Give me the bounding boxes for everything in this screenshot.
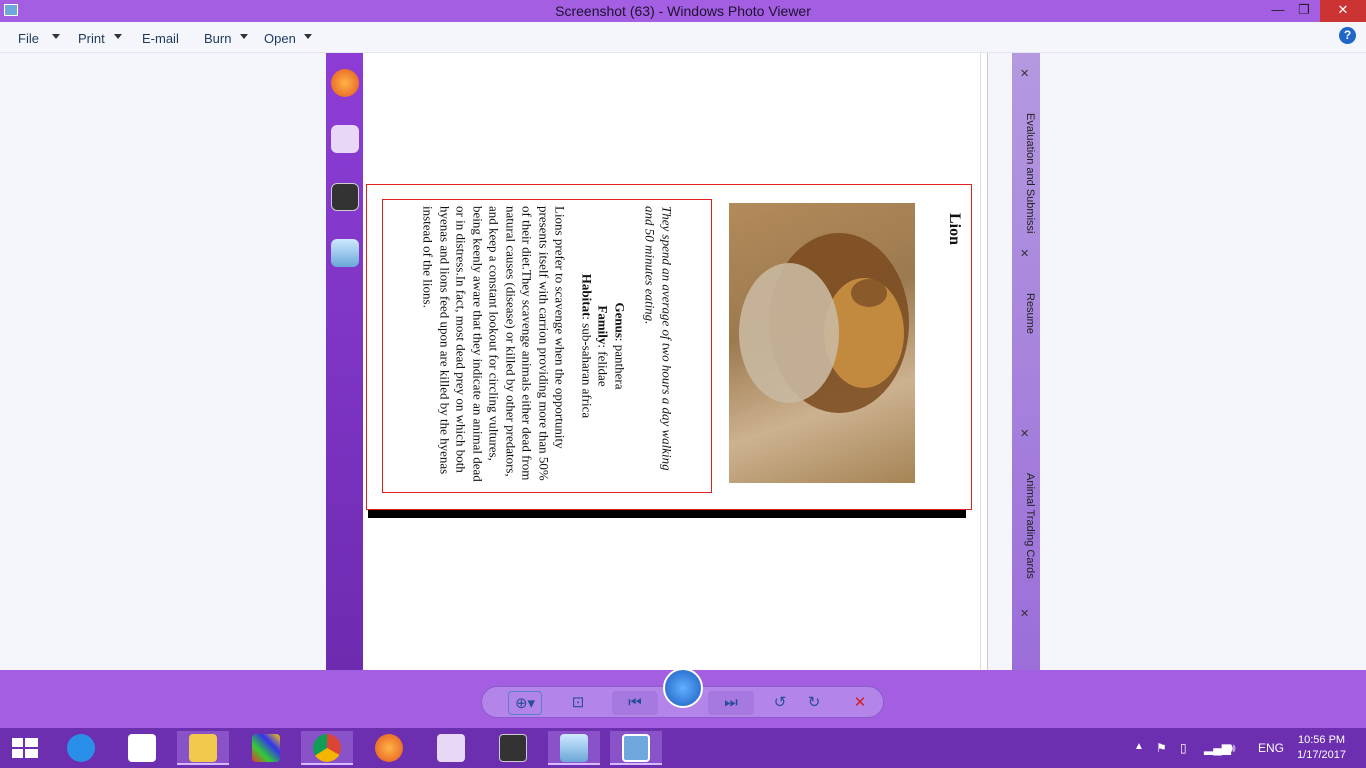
- slideshow-button[interactable]: [663, 668, 703, 708]
- menu-bar: File Print E-mail Burn Open ?: [0, 22, 1366, 53]
- clock-date: 1/17/2017: [1297, 749, 1346, 761]
- snipping-tool-icon: [437, 734, 465, 762]
- menu-file[interactable]: File: [18, 31, 39, 46]
- chevron-down-icon[interactable]: [240, 34, 248, 39]
- taskbar-chrome[interactable]: [301, 731, 353, 765]
- close-tab-icon: ✕: [1020, 68, 1030, 80]
- taskbar-dropbox[interactable]: [116, 731, 168, 765]
- firefox-icon: [375, 734, 403, 762]
- next-icon[interactable]: ⏭: [708, 691, 754, 715]
- paint-icon: [560, 734, 588, 762]
- close-tab-icon: ✕: [1020, 248, 1030, 260]
- menu-burn[interactable]: Burn: [204, 31, 231, 46]
- close-tab-icon: ✕: [1020, 608, 1030, 620]
- card-taxonomy: Genus: panthera Family: felidae Habitat:…: [578, 206, 628, 486]
- help-icon[interactable]: ?: [1339, 27, 1356, 44]
- image-view: They spend an average of two hours a day…: [0, 53, 1366, 670]
- taskbar-paint[interactable]: [548, 731, 600, 765]
- sublime-icon: [499, 734, 527, 762]
- dropbox-icon: [128, 734, 156, 762]
- minimize-button[interactable]: —: [1264, 0, 1292, 22]
- tab-resume: Resume: [1024, 293, 1036, 334]
- card-description: Lions prefer to scavenge when the opport…: [421, 206, 568, 482]
- menu-open[interactable]: Open: [264, 31, 296, 46]
- clock-time: 10:56 PM: [1297, 734, 1346, 746]
- folder-icon: [189, 734, 217, 762]
- taskbar-strip-in-image: [326, 53, 363, 670]
- lion-photo: [729, 203, 915, 483]
- taskbar-app[interactable]: [240, 731, 292, 765]
- language-indicator[interactable]: ENG: [1258, 741, 1284, 755]
- side-panel-in-image: ✕ Evaluation and Submissi ✕ Resume ✕ Ani…: [980, 53, 1040, 670]
- close-button[interactable]: ✕: [1320, 0, 1366, 22]
- battery-icon[interactable]: ▯: [1180, 741, 1187, 755]
- action-center-icon[interactable]: ⚑: [1156, 741, 1167, 755]
- card-fact: They spend an average of two hours a day…: [643, 206, 675, 471]
- show-hidden-icons[interactable]: ▲: [1134, 741, 1144, 752]
- delete-icon[interactable]: ✕: [846, 691, 874, 715]
- chevron-down-icon[interactable]: [52, 34, 60, 39]
- trading-card: They spend an average of two hours a day…: [366, 184, 972, 510]
- menu-print[interactable]: Print: [78, 31, 105, 46]
- volume-icon[interactable]: 🔊︎: [1228, 741, 1236, 756]
- chevron-down-icon[interactable]: [304, 34, 312, 39]
- family-label: Family: [596, 305, 611, 345]
- chrome-icon: [313, 734, 341, 762]
- previous-icon[interactable]: ⏮: [612, 691, 658, 715]
- snipping-tool-icon: [331, 125, 359, 153]
- clock[interactable]: 10:56 PM 1/17/2017: [1297, 733, 1346, 763]
- close-tab-icon: ✕: [1020, 428, 1030, 440]
- maximize-button[interactable]: ❐: [1290, 0, 1318, 22]
- paint-icon: [331, 239, 359, 267]
- taskbar: ▲ ⚑ ▯ ▂▄▆ 🔊︎ ENG 10:56 PM 1/17/2017: [0, 728, 1366, 768]
- zoom-icon[interactable]: ⊕▾: [508, 691, 542, 715]
- chevron-down-icon[interactable]: [114, 34, 122, 39]
- tab-evaluation: Evaluation and Submissi: [1024, 113, 1036, 234]
- taskbar-photo-viewer[interactable]: [610, 731, 662, 765]
- photo-viewer-icon: [622, 734, 650, 762]
- menu-email[interactable]: E-mail: [142, 31, 179, 46]
- card-text: They spend an average of two hours a day…: [420, 206, 675, 486]
- taskbar-firefox[interactable]: [363, 731, 415, 765]
- color-app-icon: [252, 734, 280, 762]
- actual-size-icon[interactable]: ⊡: [564, 691, 592, 715]
- habitat-label: Habitat: [579, 273, 595, 317]
- rotate-left-icon[interactable]: ↺: [766, 691, 794, 715]
- firefox-icon: [331, 69, 359, 97]
- card-title: Lion: [946, 213, 963, 246]
- taskbar-snipping[interactable]: [425, 731, 477, 765]
- window-title: Screenshot (63) - Windows Photo Viewer: [555, 3, 811, 19]
- scrollbar: [980, 53, 988, 670]
- rotate-right-icon[interactable]: ↻: [800, 691, 828, 715]
- taskbar-ie[interactable]: [55, 731, 107, 765]
- taskbar-explorer[interactable]: [177, 731, 229, 765]
- network-icon[interactable]: ▂▄▆: [1204, 741, 1231, 755]
- ie-icon: [67, 734, 95, 762]
- tab-animal-cards: Animal Trading Cards: [1024, 473, 1036, 579]
- taskbar-sublime[interactable]: [487, 731, 539, 765]
- family-value: : felidae: [596, 344, 611, 387]
- genus-value: : panthera: [612, 337, 628, 390]
- habitat-value: : sub-saharan africa: [579, 316, 595, 419]
- card-text-box: They spend an average of two hours a day…: [382, 199, 712, 493]
- genus-label: Genus: [612, 302, 628, 338]
- title-bar: Screenshot (63) - Windows Photo Viewer —…: [0, 0, 1366, 22]
- sublime-icon: [331, 183, 359, 211]
- start-button[interactable]: [0, 731, 50, 765]
